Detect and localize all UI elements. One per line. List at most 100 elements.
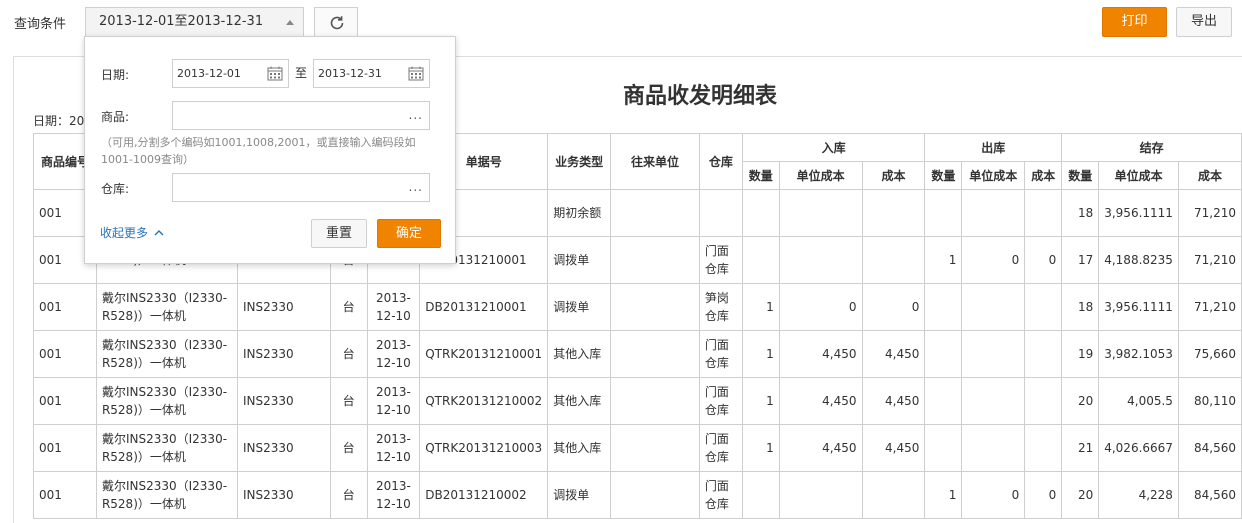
calendar-icon[interactable] (408, 66, 424, 81)
cell-out-cost: 0 (1024, 471, 1063, 519)
caret-up-icon (286, 20, 294, 25)
cell-bal-unit-cost: 3,982.1053 (1098, 330, 1179, 378)
cell-bal-unit-cost: 3,956.1111 (1098, 283, 1179, 331)
cell-in-qty (741, 236, 780, 284)
cell-out-unit-cost (961, 377, 1026, 425)
date-range-dropdown[interactable]: 2013-12-01至2013-12-31 (85, 7, 304, 37)
cell-in-cost: 4,450 (861, 330, 926, 378)
cell-out-unit-cost: 0 (961, 471, 1026, 519)
col-header-out-unit-cost: 单位成本 (961, 161, 1026, 190)
cell-code: 001 (33, 424, 97, 472)
cell-bal-unit-cost: 4,228 (1098, 471, 1179, 519)
date-label: 日期: (101, 68, 130, 82)
date-to-input[interactable]: 2013-12-31 (313, 59, 430, 88)
cell-bal-cost: 80,110 (1177, 377, 1242, 425)
cell-unit: 台 (329, 424, 368, 472)
cell-out-qty (924, 377, 963, 425)
col-header-out-cost: 成本 (1024, 161, 1063, 190)
collapse-more-link[interactable]: 收起更多 (100, 224, 164, 241)
cell-out-qty (924, 330, 963, 378)
cell-bal-cost: 71,210 (1177, 283, 1242, 331)
cell-spec: INS2330 (236, 283, 331, 331)
col-group-balance: 结存 (1061, 133, 1242, 162)
cell-out-unit-cost (961, 283, 1026, 331)
cell-in-cost: 4,450 (861, 424, 926, 472)
cell-in-cost (861, 189, 926, 237)
cell-date: 2013-12-10 (366, 377, 421, 425)
cell-spec: INS2330 (236, 377, 331, 425)
cell-out-cost (1024, 189, 1063, 237)
cell-partner (610, 471, 700, 519)
cell-biz-type: 调拨单 (547, 283, 612, 331)
date-range-value: 2013-12-01至2013-12-31 (99, 14, 264, 29)
date-from-input[interactable]: 2013-12-01 (172, 59, 289, 88)
more-dots-icon[interactable]: ... (409, 174, 423, 201)
refresh-button[interactable] (314, 7, 358, 37)
cell-out-unit-cost (961, 424, 1026, 472)
col-header-in-unit-cost: 单位成本 (778, 161, 863, 190)
cell-in-unit-cost: 4,450 (778, 377, 863, 425)
cell-biz-type: 其他入库 (547, 424, 612, 472)
cell-biz-type: 期初余额 (547, 189, 612, 237)
cell-warehouse: 门面仓库 (698, 471, 743, 519)
cell-in-unit-cost (778, 189, 863, 237)
cell-out-cost (1024, 377, 1063, 425)
cell-bal-qty: 17 (1061, 236, 1100, 284)
cell-in-qty (741, 471, 780, 519)
table-row: 001 戴尔INS2330（I2330-R528)）一体机 INS2330 台 2013… (33, 377, 1242, 425)
cell-out-qty (924, 424, 963, 472)
cell-warehouse (698, 189, 743, 237)
cell-bal-cost: 71,210 (1177, 236, 1242, 284)
export-button[interactable]: 导出 (1176, 7, 1232, 37)
cell-code: 001 (33, 377, 97, 425)
cell-out-qty (924, 189, 963, 237)
cell-warehouse: 门面仓库 (698, 424, 743, 472)
cell-code: 001 (33, 283, 97, 331)
cell-unit: 台 (329, 283, 368, 331)
cell-warehouse: 门面仓库 (698, 377, 743, 425)
cell-warehouse: 门面仓库 (698, 330, 743, 378)
col-group-out: 出库 (924, 133, 1063, 162)
cell-partner (610, 283, 700, 331)
cell-partner (610, 330, 700, 378)
cell-bal-cost: 75,660 (1177, 330, 1242, 378)
table-row: 001 戴尔INS2330（I2330-R528)）一体机 INS2330 台 2013… (33, 471, 1242, 519)
query-label: 查询条件 (14, 17, 67, 32)
cell-date: 2013-12-10 (366, 330, 421, 378)
cell-in-unit-cost: 4,450 (778, 330, 863, 378)
cell-in-unit-cost: 0 (778, 283, 863, 331)
goods-input[interactable]: ... (172, 101, 430, 130)
col-group-in: 入库 (741, 133, 926, 162)
cell-out-qty: 1 (924, 471, 963, 519)
col-header-bal-qty: 数量 (1061, 161, 1100, 190)
col-header-in-qty: 数量 (741, 161, 780, 190)
cell-bal-unit-cost: 4,005.5 (1098, 377, 1179, 425)
refresh-icon (330, 16, 344, 30)
more-dots-icon[interactable]: ... (409, 102, 423, 129)
warehouse-input[interactable]: ... (172, 173, 430, 202)
cell-doc-no: DB20131210001 (419, 283, 549, 331)
cell-warehouse: 门面仓库 (698, 236, 743, 284)
cell-out-unit-cost (961, 330, 1026, 378)
cell-bal-unit-cost: 4,026.6667 (1098, 424, 1179, 472)
print-button[interactable]: 打印 (1102, 7, 1167, 37)
cell-bal-qty: 20 (1061, 471, 1100, 519)
cell-name: 戴尔INS2330（I2330-R528)）一体机 (95, 330, 238, 378)
cell-date: 2013-12-10 (366, 283, 421, 331)
cell-out-cost (1024, 424, 1063, 472)
cell-in-cost (861, 471, 926, 519)
cell-name: 戴尔INS2330（I2330-R528)）一体机 (95, 424, 238, 472)
chevron-up-icon (154, 230, 164, 236)
cell-biz-type: 其他入库 (547, 330, 612, 378)
cell-date: 2013-12-10 (366, 424, 421, 472)
reset-button[interactable]: 重置 (311, 219, 367, 248)
cell-partner (610, 424, 700, 472)
calendar-icon[interactable] (267, 66, 283, 81)
cell-bal-qty: 18 (1061, 283, 1100, 331)
cell-out-qty (924, 283, 963, 331)
confirm-button[interactable]: 确定 (377, 219, 441, 248)
cell-in-unit-cost (778, 236, 863, 284)
report-title: 商品收发明细表 (622, 83, 777, 109)
cell-doc-no: QTRK20131210002 (419, 377, 549, 425)
cell-biz-type: 调拨单 (547, 471, 612, 519)
